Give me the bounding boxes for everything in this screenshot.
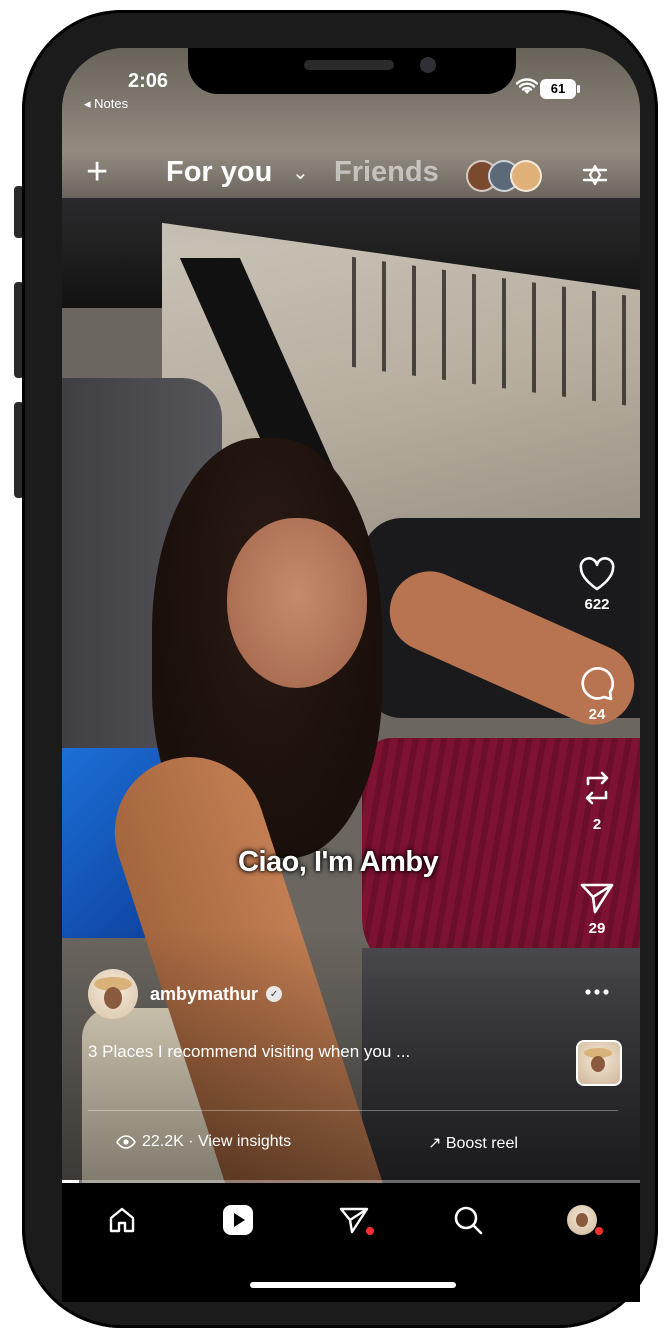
boost-reel-label: ↗ Boost reel [428, 1135, 518, 1152]
views-count: 22.2K · View insights [142, 1133, 292, 1150]
boost-reel-button[interactable]: ↗ Boost reel [428, 1133, 518, 1153]
repost-count: 2 [592, 816, 602, 833]
post-caption[interactable]: 3 Places I recommend visiting when you .… [88, 1042, 410, 1062]
reel-video[interactable] [62, 48, 640, 1302]
author-row[interactable]: ambymathur ✓ [88, 968, 283, 1020]
comment-action[interactable]: 24 [567, 664, 627, 723]
divider [88, 1110, 618, 1111]
like-count: 622 [584, 596, 610, 613]
video-frame [62, 48, 640, 1302]
front-camera [420, 57, 436, 73]
back-to-notes-link[interactable]: ◂ Notes [84, 96, 128, 112]
repost-action[interactable]: 2 [567, 764, 627, 833]
filter-icon[interactable] [578, 158, 612, 192]
reels-icon[interactable] [218, 1200, 258, 1240]
profile-notification-dot [595, 1227, 603, 1235]
heart-icon [579, 557, 615, 591]
battery-indicator: 61 [540, 79, 580, 99]
wifi-icon [515, 78, 539, 102]
view-insights-link[interactable]: 22.2K · View insights [116, 1133, 291, 1151]
messages-notification-dot [366, 1227, 374, 1235]
author-username[interactable]: ambymathur [150, 984, 258, 1005]
chevron-down-icon[interactable]: ⌄ [292, 160, 309, 185]
verified-badge-icon: ✓ [266, 986, 283, 1002]
share-count: 29 [588, 920, 606, 937]
more-icon [585, 989, 609, 995]
speaker-grille [304, 60, 394, 70]
create-plus-button[interactable]: + [86, 152, 108, 192]
comment-count: 24 [588, 706, 606, 723]
notch [188, 48, 516, 94]
status-time: 2:06 [128, 70, 169, 92]
more-options-button[interactable] [567, 982, 627, 1002]
video-text-overlay: Ciao, I'm Amby [238, 846, 439, 878]
author-avatar[interactable] [88, 969, 138, 1019]
tab-for-you[interactable]: For you [166, 156, 272, 189]
send-icon [580, 883, 614, 914]
home-icon[interactable] [102, 1200, 142, 1240]
friend-avatar [510, 160, 542, 192]
tab-friends[interactable]: Friends [334, 156, 439, 189]
eye-icon [116, 1135, 136, 1149]
repost-icon [585, 771, 609, 805]
home-indicator[interactable] [250, 1282, 456, 1288]
search-icon[interactable] [448, 1200, 488, 1240]
audio-thumbnail[interactable] [576, 1040, 622, 1086]
like-action[interactable]: 622 [567, 556, 627, 613]
comment-icon [581, 667, 615, 701]
friends-avatars[interactable] [466, 160, 542, 192]
share-action[interactable]: 29 [567, 880, 627, 937]
